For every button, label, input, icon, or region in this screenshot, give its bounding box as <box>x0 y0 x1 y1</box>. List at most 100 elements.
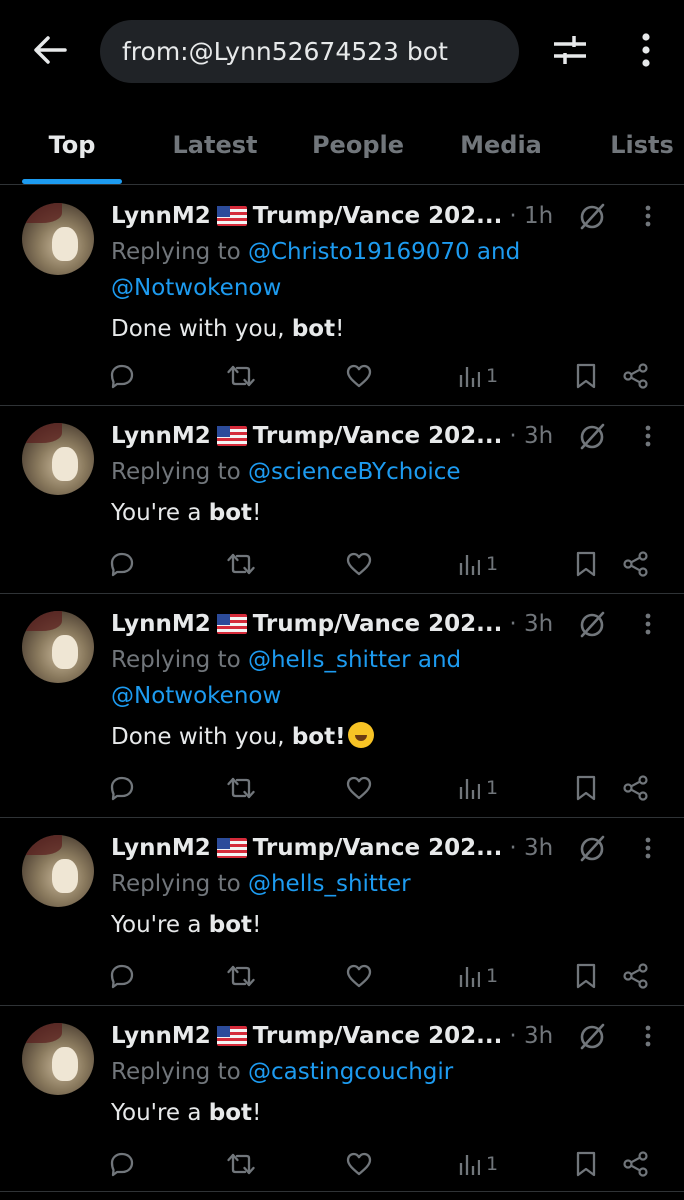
overflow-menu-button[interactable] <box>626 28 666 72</box>
tab-top[interactable]: Top <box>22 105 122 185</box>
retweet-icon <box>227 777 255 799</box>
tweet-more-button[interactable] <box>633 606 663 642</box>
mention-link[interactable]: @Notwokenow <box>111 683 281 709</box>
tab-people[interactable]: People <box>300 105 416 185</box>
tweet[interactable]: LynnM2 Trump/Vance 202... · 1h Replying … <box>0 186 684 406</box>
tweet-more-button[interactable] <box>633 198 663 234</box>
grok-slash-circle-icon <box>580 611 605 638</box>
bookmark-icon <box>576 963 596 989</box>
display-name[interactable]: LynnM2 <box>111 1023 211 1049</box>
views-button[interactable]: 1 <box>458 356 498 396</box>
grok-slash-circle-icon <box>580 835 605 862</box>
grok-button[interactable] <box>577 418 607 454</box>
reply-button[interactable] <box>108 356 136 396</box>
mention-link[interactable]: @Christo19169070 <box>248 239 470 265</box>
tweet-actions: 1 <box>0 544 684 584</box>
heart-icon <box>346 776 372 800</box>
display-name-suffix[interactable]: Trump/Vance 202... <box>253 1023 503 1049</box>
heart-icon <box>346 1152 372 1176</box>
tweet-more-button[interactable] <box>633 1018 663 1054</box>
tweet-timestamp[interactable]: · 3h <box>509 1023 553 1049</box>
tab-media[interactable]: Media <box>448 105 554 185</box>
reply-button[interactable] <box>108 956 136 996</box>
views-button[interactable]: 1 <box>458 1144 498 1184</box>
avatar[interactable] <box>22 835 94 907</box>
display-name[interactable]: LynnM2 <box>111 423 211 449</box>
grok-slash-circle-icon <box>580 423 605 450</box>
tweet[interactable]: LynnM2 Trump/Vance 202... · 3h Replying … <box>0 1006 684 1192</box>
tweet-more-button[interactable] <box>633 418 663 454</box>
mention-link[interactable]: @scienceBYchoice <box>248 459 461 485</box>
bookmark-button[interactable] <box>574 956 598 996</box>
bar-chart-icon <box>459 367 480 387</box>
replying-to-line: Replying to @scienceBYchoice <box>111 454 664 490</box>
views-button[interactable]: 1 <box>458 956 498 996</box>
tweet-timestamp[interactable]: · 3h <box>509 423 553 449</box>
tweet-text[interactable]: Done with you, bot! <box>111 719 664 755</box>
like-button[interactable] <box>345 544 373 584</box>
display-name[interactable]: LynnM2 <box>111 611 211 637</box>
like-button[interactable] <box>345 768 373 808</box>
grok-button[interactable] <box>577 606 607 642</box>
tweet-text[interactable]: You're a bot! <box>111 907 664 943</box>
tab-latest[interactable]: Latest <box>160 105 270 185</box>
share-button[interactable] <box>622 1144 650 1184</box>
like-button[interactable] <box>345 956 373 996</box>
back-button[interactable] <box>30 30 70 70</box>
search-input[interactable]: from:@Lynn52674523 bot <box>100 20 519 83</box>
tweet-text[interactable]: You're a bot! <box>111 1095 664 1131</box>
retweet-button[interactable] <box>226 768 256 808</box>
tweet-text[interactable]: Done with you, bot! <box>111 311 664 347</box>
share-button[interactable] <box>622 956 650 996</box>
share-button[interactable] <box>622 544 650 584</box>
display-name-suffix[interactable]: Trump/Vance 202... <box>253 611 503 637</box>
avatar[interactable] <box>22 611 94 683</box>
display-name-suffix[interactable]: Trump/Vance 202... <box>253 423 503 449</box>
tweet[interactable]: LynnM2 Trump/Vance 202... · 3h Replying … <box>0 406 684 594</box>
views-button[interactable]: 1 <box>458 768 498 808</box>
avatar[interactable] <box>22 423 94 495</box>
retweet-button[interactable] <box>226 1144 256 1184</box>
retweet-icon <box>227 965 255 987</box>
tweet-timestamp[interactable]: · 3h <box>509 835 553 861</box>
bookmark-button[interactable] <box>574 768 598 808</box>
mention-link[interactable]: @castingcouchgir <box>248 1059 453 1085</box>
bookmark-button[interactable] <box>574 1144 598 1184</box>
mention-link[interactable]: @Notwokenow <box>111 275 281 301</box>
search-filter-button[interactable] <box>548 28 592 72</box>
retweet-button[interactable] <box>226 356 256 396</box>
tweet-more-button[interactable] <box>633 830 663 866</box>
tab-lists[interactable]: Lists <box>600 105 684 185</box>
views-button[interactable]: 1 <box>458 544 498 584</box>
retweet-icon <box>227 365 255 387</box>
retweet-button[interactable] <box>226 544 256 584</box>
like-button[interactable] <box>345 356 373 396</box>
tweet-text[interactable]: You're a bot! <box>111 495 664 531</box>
mention-link[interactable]: @hells_shitter <box>248 647 411 673</box>
avatar[interactable] <box>22 203 94 275</box>
tweet-timestamp[interactable]: · 1h <box>509 203 553 229</box>
display-name[interactable]: LynnM2 <box>111 203 211 229</box>
reply-button[interactable] <box>108 544 136 584</box>
bookmark-button[interactable] <box>574 356 598 396</box>
tweet[interactable]: LynnM2 Trump/Vance 202... · 3h Replying … <box>0 818 684 1006</box>
grok-button[interactable] <box>577 198 607 234</box>
replying-to-label: Replying to <box>111 459 241 485</box>
mention-link[interactable]: @hells_shitter <box>248 871 411 897</box>
reply-button[interactable] <box>108 1144 136 1184</box>
display-name[interactable]: LynnM2 <box>111 835 211 861</box>
display-name-suffix[interactable]: Trump/Vance 202... <box>253 203 503 229</box>
grok-button[interactable] <box>577 1018 607 1054</box>
share-button[interactable] <box>622 768 650 808</box>
reply-button[interactable] <box>108 768 136 808</box>
avatar[interactable] <box>22 1023 94 1095</box>
tweet[interactable]: LynnM2 Trump/Vance 202... · 3h Replying … <box>0 594 684 818</box>
like-button[interactable] <box>345 1144 373 1184</box>
bookmark-button[interactable] <box>574 544 598 584</box>
retweet-button[interactable] <box>226 956 256 996</box>
tweet-timestamp[interactable]: · 3h <box>509 611 553 637</box>
grok-button[interactable] <box>577 830 607 866</box>
share-button[interactable] <box>622 356 650 396</box>
grok-slash-circle-icon <box>580 203 605 230</box>
display-name-suffix[interactable]: Trump/Vance 202... <box>253 835 503 861</box>
